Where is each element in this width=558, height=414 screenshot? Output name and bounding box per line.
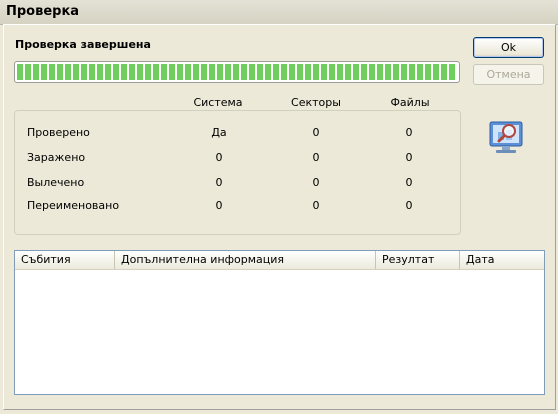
cell-renamed-system: 0 <box>215 199 223 212</box>
events-list[interactable]: Събития Допълнителна информация Резултат… <box>14 250 545 395</box>
title-bar[interactable]: Проверка <box>0 0 558 25</box>
col-header-system: Система <box>193 96 243 109</box>
window-title: Проверка <box>6 4 80 19</box>
cell-checked-sectors: 0 <box>312 126 320 139</box>
col-header-sectors: Секторы <box>291 96 341 109</box>
cell-cured-files: 0 <box>405 176 413 189</box>
cell-infected-files: 0 <box>405 151 413 164</box>
cell-infected-system: 0 <box>215 151 223 164</box>
row-label-infected: Заражено <box>27 151 86 164</box>
cell-renamed-sectors: 0 <box>312 199 320 212</box>
cell-infected-sectors: 0 <box>312 151 320 164</box>
progress-bar <box>14 61 460 83</box>
list-col-info[interactable]: Допълнителна информация <box>115 251 376 269</box>
progress-fill <box>17 64 457 80</box>
col-header-files: Файлы <box>390 96 430 109</box>
events-list-header: Събития Допълнителна информация Резултат… <box>15 251 544 270</box>
cell-checked-files: 0 <box>405 126 413 139</box>
cell-cured-system: 0 <box>215 176 223 189</box>
list-col-date[interactable]: Дата <box>460 251 544 269</box>
row-label-renamed: Переименовано <box>27 199 120 212</box>
row-label-cured: Вылечено <box>27 176 85 189</box>
cell-renamed-files: 0 <box>405 199 413 212</box>
status-text: Проверка завершена <box>15 38 151 51</box>
monitor-magnifier-icon <box>489 121 523 153</box>
cancel-button[interactable]: Отмена <box>473 64 544 85</box>
list-col-events[interactable]: Събития <box>15 251 115 269</box>
ok-button[interactable]: Ok <box>473 37 544 58</box>
row-label-checked: Проверено <box>27 126 90 139</box>
cell-cured-sectors: 0 <box>312 176 320 189</box>
list-col-result[interactable]: Резултат <box>376 251 460 269</box>
cell-checked-system: Да <box>211 126 227 139</box>
